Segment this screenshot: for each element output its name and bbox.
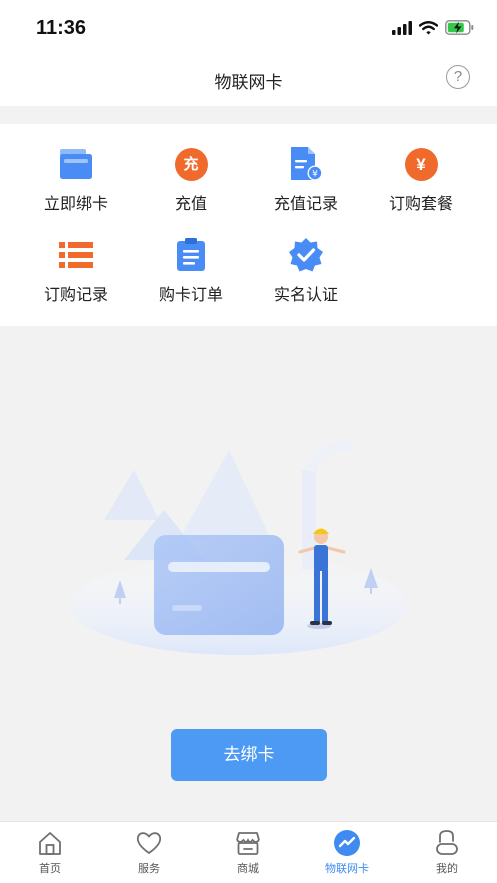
tab-mall[interactable]: 商城 (198, 828, 298, 876)
status-bar: 11:36 (0, 0, 497, 56)
menu-label: 实名认证 (273, 287, 338, 304)
yuan-icon: ¥ (401, 144, 441, 184)
svg-text:¥: ¥ (312, 170, 318, 180)
heart-icon (134, 828, 164, 858)
nav-bar: 物联网卡 ? (0, 56, 497, 106)
menu-label: 充值 (174, 196, 207, 213)
tab-iot-card[interactable]: 物联网卡 (297, 828, 397, 876)
bind-card-button[interactable]: 去绑卡 (171, 729, 327, 781)
verified-badge-icon (286, 235, 326, 275)
menu-item-order-package[interactable]: ¥ 订购套餐 (359, 144, 483, 214)
recharge-record-icon: ¥ (286, 144, 326, 184)
status-icons (392, 20, 475, 35)
help-button[interactable]: ? (446, 65, 470, 89)
list-icon (56, 235, 96, 275)
tab-mine[interactable]: 我的 (397, 828, 497, 876)
menu-item-bind-card[interactable]: 立即绑卡 (14, 144, 138, 214)
yuan-glyph: ¥ (404, 147, 438, 181)
menu-label: 订购套餐 (388, 196, 453, 213)
recharge-glyph: 充 (174, 147, 208, 181)
menu-label: 立即绑卡 (43, 196, 108, 213)
status-time: 11:36 (36, 17, 87, 39)
menu-item-order-record[interactable]: 订购记录 (14, 235, 138, 305)
signal-icon (392, 20, 412, 35)
menu-label: 充值记录 (273, 196, 338, 213)
card-stack-icon (56, 144, 96, 184)
tab-label: 我的 (436, 863, 458, 875)
tab-label: 服务 (138, 863, 160, 875)
menu-item-recharge[interactable]: 充 充值 (129, 144, 253, 214)
menu-item-card-order[interactable]: 购卡订单 (129, 235, 253, 305)
store-icon (233, 828, 263, 858)
battery-charging-icon (445, 20, 474, 35)
page-title: 物联网卡 (214, 73, 283, 92)
tab-service[interactable]: 服务 (99, 828, 199, 876)
menu-item-recharge-record[interactable]: ¥ 充值记录 (244, 144, 368, 214)
tab-home[interactable]: 首页 (0, 828, 100, 876)
menu-label: 购卡订单 (158, 287, 223, 304)
menu-label: 订购记录 (43, 287, 108, 304)
empty-card-illustration (71, 441, 407, 655)
wifi-icon (419, 20, 438, 34)
function-menu: 立即绑卡 充 充值 ¥ 充值记录 ¥ 订购套餐 订购记录 购卡订单 实名认证 (0, 124, 497, 326)
tab-label: 物联网卡 (325, 863, 369, 875)
clipboard-icon (171, 235, 211, 275)
profile-icon (432, 828, 462, 858)
tab-label: 商城 (237, 863, 259, 875)
iot-card-icon (332, 828, 362, 858)
menu-item-real-name[interactable]: 实名认证 (244, 235, 368, 305)
tab-label: 首页 (39, 863, 61, 875)
home-icon (35, 828, 65, 858)
bottom-tab-bar: 首页 服务 商城 物联网卡 我的 (0, 821, 497, 883)
recharge-icon: 充 (171, 144, 211, 184)
